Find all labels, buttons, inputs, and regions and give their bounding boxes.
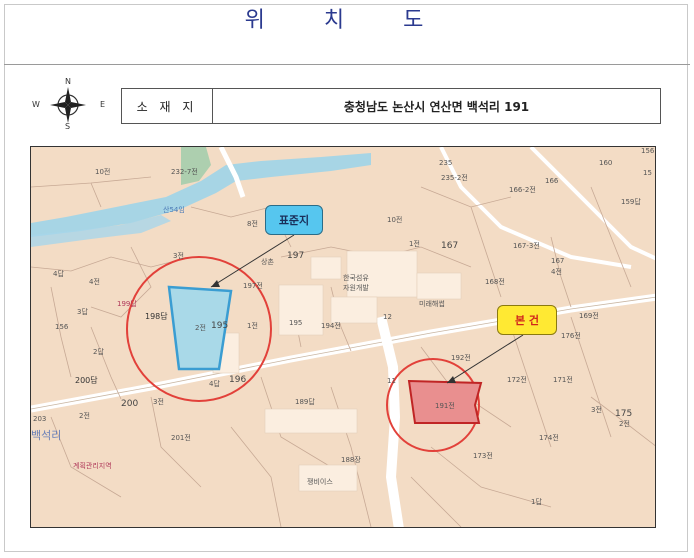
parcel-label: 상촌 [261, 258, 274, 266]
parcel-label: 199답 [117, 300, 137, 308]
parcel-label: 3답 [77, 308, 88, 316]
parcel-label: 159답 [621, 198, 641, 206]
region-label: 백석리 [31, 429, 62, 442]
compass-e: E [100, 100, 106, 109]
parcel-label: 166-2전 [509, 186, 536, 194]
parcel-label: 197 [287, 251, 305, 261]
parcel-label: 156 [641, 147, 655, 155]
parcel-label: 12 [383, 313, 392, 321]
parcel-label: 1전 [409, 240, 420, 248]
parcel-label: 156 [55, 323, 69, 331]
parcel-label: 4전 [551, 268, 562, 276]
parcel-label: 174전 [539, 434, 559, 442]
parcel-label: 176전 [561, 332, 581, 340]
parcel-label: 200답 [75, 376, 98, 385]
parcel-label: 196 [229, 375, 247, 385]
parcel-label: 175 [615, 409, 633, 419]
parcel-label: 201전 [171, 434, 191, 442]
parcel-label: 3전 [173, 252, 184, 260]
parcel-label: 168전 [485, 278, 505, 286]
bongeon-callout: 본 건 [497, 305, 557, 335]
header-divider [4, 64, 690, 65]
parcel-label: 2전 [619, 420, 630, 428]
parcel-label: 4답 [53, 270, 64, 278]
location-table: 소 재 지 충청남도 논산시 연산면 백석리 191 [121, 88, 661, 124]
parcel-label: 미래해썹 [419, 300, 445, 308]
parcel-label: 2답 [93, 348, 104, 356]
pyojunji-callout: 표준지 [265, 205, 323, 235]
parcel-label: 쟁비이스 [307, 478, 333, 486]
parcel-label: 10전 [387, 216, 403, 224]
parcel-label: 172전 [507, 376, 527, 384]
compass-w: W [32, 100, 40, 109]
page-title: 위 치 도 [244, 8, 450, 33]
parcel-label: 1전 [247, 322, 258, 330]
parcel-label: 195 [289, 319, 303, 327]
parcel-label: 189답 [295, 398, 315, 406]
parcel-label: 15 [643, 169, 652, 177]
parcel-label: 10전 [95, 168, 111, 176]
parcel-label: 한국섬유 [343, 274, 369, 282]
parcel-label: 8전 [247, 220, 258, 228]
parcel-label: 235 [439, 159, 453, 167]
parcel-label: 197전 [243, 282, 263, 290]
parcel-label: 191전 [435, 402, 455, 410]
parcel-label: 166 [545, 177, 559, 185]
parcel-label: 173전 [473, 452, 493, 460]
parcel-label: 167 [441, 241, 459, 251]
parcel-label: 195 [211, 321, 229, 331]
parcel-label: 2전 [195, 324, 206, 332]
location-label: 소 재 지 [122, 89, 213, 123]
parcel-label: 2전 [79, 412, 90, 420]
parcel-label: 3전 [591, 406, 602, 414]
parcel-label: 167-3전 [513, 242, 540, 250]
parcel-label: 188장 [341, 456, 361, 464]
parcel-label: 194전 [321, 322, 341, 330]
parcel-label: 4전 [89, 278, 100, 286]
zone-label: 계획관리지역 [73, 462, 112, 470]
parcel-label: 169전 [579, 312, 599, 320]
parcel-label: 3전 [153, 398, 164, 406]
parcel-label: 167 [551, 257, 565, 265]
parcel-label: 200 [121, 399, 139, 409]
parcel-label: 198답 [145, 312, 168, 321]
parcel-label: 자원개발 [343, 284, 369, 292]
parcel-label: 11 [387, 377, 396, 385]
cadastral-map: 표준지 본 건 10전 235 235-2전 160 156 166-2전 16… [30, 146, 656, 528]
parcel-label: 232-7전 [171, 168, 198, 176]
parcel-label: 1답 [531, 498, 542, 506]
compass-rose-icon: N S W E [28, 77, 108, 132]
parcel-label: 235-2전 [441, 174, 468, 182]
parcel-label: 산54임 [163, 206, 185, 214]
parcel-label: 160 [599, 159, 613, 167]
parcel-label: 203 [33, 415, 47, 423]
parcel-label: 171전 [553, 376, 573, 384]
parcel-label: 4답 [209, 380, 220, 388]
compass-n: N [65, 77, 71, 86]
compass-s: S [65, 122, 71, 131]
parcel-label: 192전 [451, 354, 471, 362]
location-address: 충청남도 논산시 연산면 백석리 191 [343, 99, 530, 114]
